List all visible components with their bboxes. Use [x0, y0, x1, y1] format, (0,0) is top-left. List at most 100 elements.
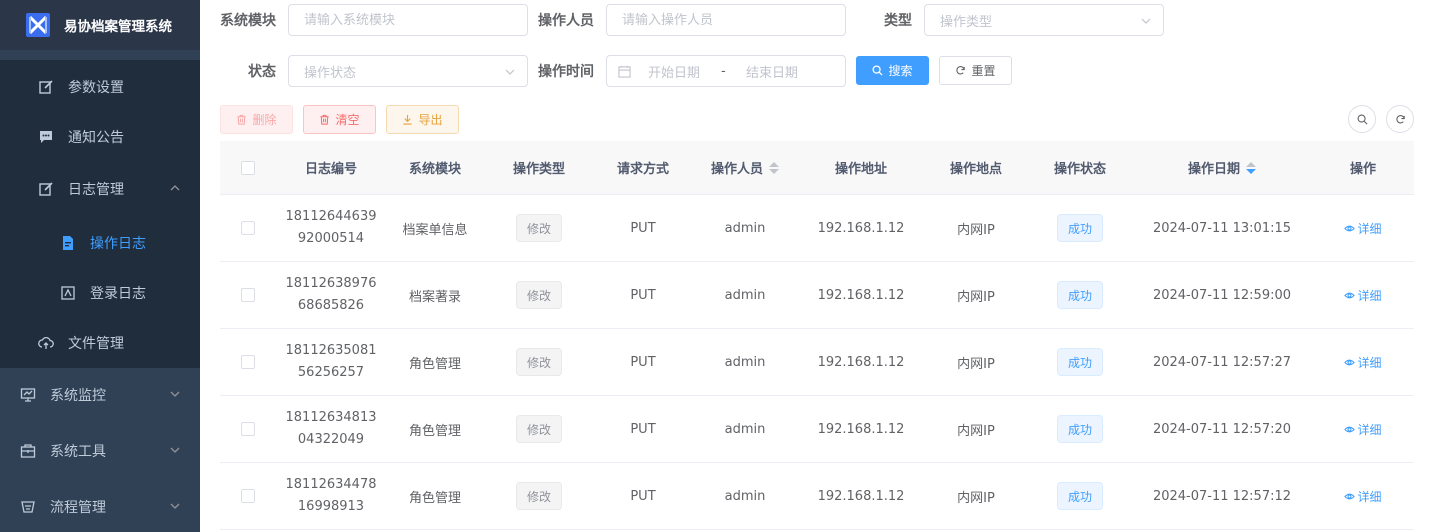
row-checkbox[interactable]	[241, 355, 255, 369]
row-checkbox[interactable]	[241, 221, 255, 235]
export-button-label: 导出	[418, 113, 443, 127]
table-row: 18112644639 92000514 档案单信息 修改 PUT admin 1…	[220, 195, 1414, 262]
cell-time: 2024-07-11 12:57:20	[1152, 421, 1292, 437]
sidebar-item-monitor[interactable]: 系统监控	[0, 370, 200, 420]
refresh-icon	[956, 66, 966, 75]
chevron-down-icon	[170, 391, 180, 397]
export-button[interactable]: 导出	[386, 105, 459, 134]
header-cell: 操作	[1349, 162, 1376, 177]
tool-icon	[20, 444, 36, 458]
sidebar-item-log[interactable]: 日志管理	[0, 164, 200, 214]
status-badge: 成功	[1056, 482, 1103, 510]
cell-location: 内网IP	[957, 289, 995, 305]
detail-link-label: 详细	[1357, 221, 1382, 236]
sidebar-logo[interactable]: 易协档案管理系统	[0, 0, 200, 50]
delete-button[interactable]: 删除	[220, 105, 293, 134]
sidebar-item-file[interactable]: 文件管理	[0, 318, 200, 368]
sidebar: 易协档案管理系统 参数设置 通知公告 日志管理 操作日志 登录日志 文件管理 系…	[0, 0, 200, 532]
chevron-down-icon	[170, 503, 180, 509]
detail-link[interactable]: 详细	[1344, 287, 1382, 304]
cell-operator: admin	[724, 354, 766, 370]
cell-status: 成功	[1028, 463, 1132, 529]
status-badge: 成功	[1056, 415, 1103, 443]
status-badge: 成功	[1056, 214, 1103, 242]
sidebar-item-label: 文件管理	[68, 336, 124, 352]
end-date-placeholder[interactable]: 结束日期	[746, 62, 798, 81]
sidebar-item-label: 系统监控	[50, 388, 106, 404]
cell-module: 档案单信息	[402, 222, 468, 238]
delete-icon	[237, 114, 247, 125]
oper-id-line1: 18112644639	[285, 209, 377, 224]
delete-icon	[320, 114, 330, 125]
module-input[interactable]	[288, 4, 528, 36]
delete-button-label: 删除	[252, 113, 277, 127]
chevron-down-icon	[170, 447, 180, 453]
type-select[interactable]: 操作类型	[924, 4, 1164, 36]
chevron-down-icon	[505, 69, 515, 75]
row-select	[220, 329, 276, 395]
sort-caret-icon[interactable]	[1246, 161, 1256, 174]
cell-status: 成功	[1028, 396, 1132, 462]
cell-oper-id: 18112635081 56256257	[276, 329, 386, 395]
form-icon	[63, 236, 73, 250]
oper-id-line2: 92000514	[297, 231, 365, 246]
detail-link[interactable]: 详细	[1344, 354, 1382, 371]
cell-method: PUT	[630, 488, 656, 504]
sidebar-item-logininfor[interactable]: 登录日志	[0, 268, 200, 318]
status-select[interactable]: 操作状态	[288, 55, 528, 87]
select-all-checkbox[interactable]	[241, 160, 255, 175]
detail-link[interactable]: 详细	[1344, 421, 1382, 438]
date-range-picker[interactable]: 开始日期 - 结束日期	[606, 55, 846, 87]
start-date-placeholder[interactable]: 开始日期	[648, 62, 721, 81]
sidebar-item-operlog[interactable]: 操作日志	[0, 218, 200, 268]
oper-id-line1: 18112634813	[285, 410, 377, 425]
type-tag: 修改	[515, 415, 562, 443]
oper-id-line2: 16998913	[297, 499, 365, 514]
edit-icon	[39, 80, 53, 94]
sidebar-item-config[interactable]: 参数设置	[0, 62, 200, 112]
oper-id-line2: 04322049	[297, 432, 365, 447]
sidebar-item-label: 登录日志	[90, 286, 146, 302]
row-checkbox[interactable]	[241, 489, 255, 503]
detail-link[interactable]: 详细	[1344, 488, 1382, 505]
search-button[interactable]: 搜索	[856, 56, 929, 85]
type-tag: 修改	[515, 482, 562, 510]
type-tag: 修改	[515, 281, 562, 309]
sidebar-item-label: 日志管理	[68, 182, 124, 198]
sidebar-item-tool[interactable]: 系统工具	[0, 426, 200, 476]
row-checkbox[interactable]	[241, 422, 255, 436]
cell-method: PUT	[630, 287, 656, 303]
detail-link-label: 详细	[1357, 288, 1382, 303]
reset-button[interactable]: 重置	[939, 56, 1012, 85]
header-cell: 操作类型	[512, 162, 565, 177]
search-icon	[1357, 114, 1367, 124]
cell-oper-id: 18112638976 68685826	[276, 262, 386, 328]
detail-link[interactable]: 详细	[1344, 220, 1382, 237]
sidebar-item-label: 流程管理	[50, 500, 106, 516]
clean-button[interactable]: 清空	[303, 105, 376, 134]
chevron-down-icon	[1141, 18, 1151, 24]
refresh-table-button[interactable]	[1386, 105, 1414, 133]
sidebar-item-notice[interactable]: 通知公告	[0, 112, 200, 162]
sidebar-item-flow[interactable]: 流程管理	[0, 482, 200, 532]
oper-id-line2: 68685826	[297, 298, 365, 313]
operator-input[interactable]	[606, 4, 846, 36]
cell-status: 成功	[1028, 329, 1132, 395]
module-label: 系统模块	[220, 13, 276, 29]
cell-operator: admin	[724, 220, 766, 236]
header-operator[interactable]: 操作人员	[692, 141, 798, 194]
view-icon	[1344, 359, 1356, 365]
cell-ip: 192.168.1.12	[817, 421, 905, 437]
cell-oper-id: 18112644639 92000514	[276, 195, 386, 261]
row-checkbox[interactable]	[241, 288, 255, 302]
refresh-icon	[1395, 114, 1405, 123]
cell-ip: 192.168.1.12	[817, 488, 905, 504]
status-select-placeholder: 操作状态	[304, 65, 357, 81]
sort-caret-icon[interactable]	[769, 161, 779, 174]
header-oper-time[interactable]: 操作日期	[1132, 141, 1312, 194]
toggle-search-button[interactable]	[1348, 105, 1376, 133]
download-icon	[403, 114, 413, 125]
header-cell: 系统模块	[408, 162, 461, 177]
header-cell: 请求方式	[616, 162, 669, 177]
cell-operator: admin	[724, 421, 766, 437]
